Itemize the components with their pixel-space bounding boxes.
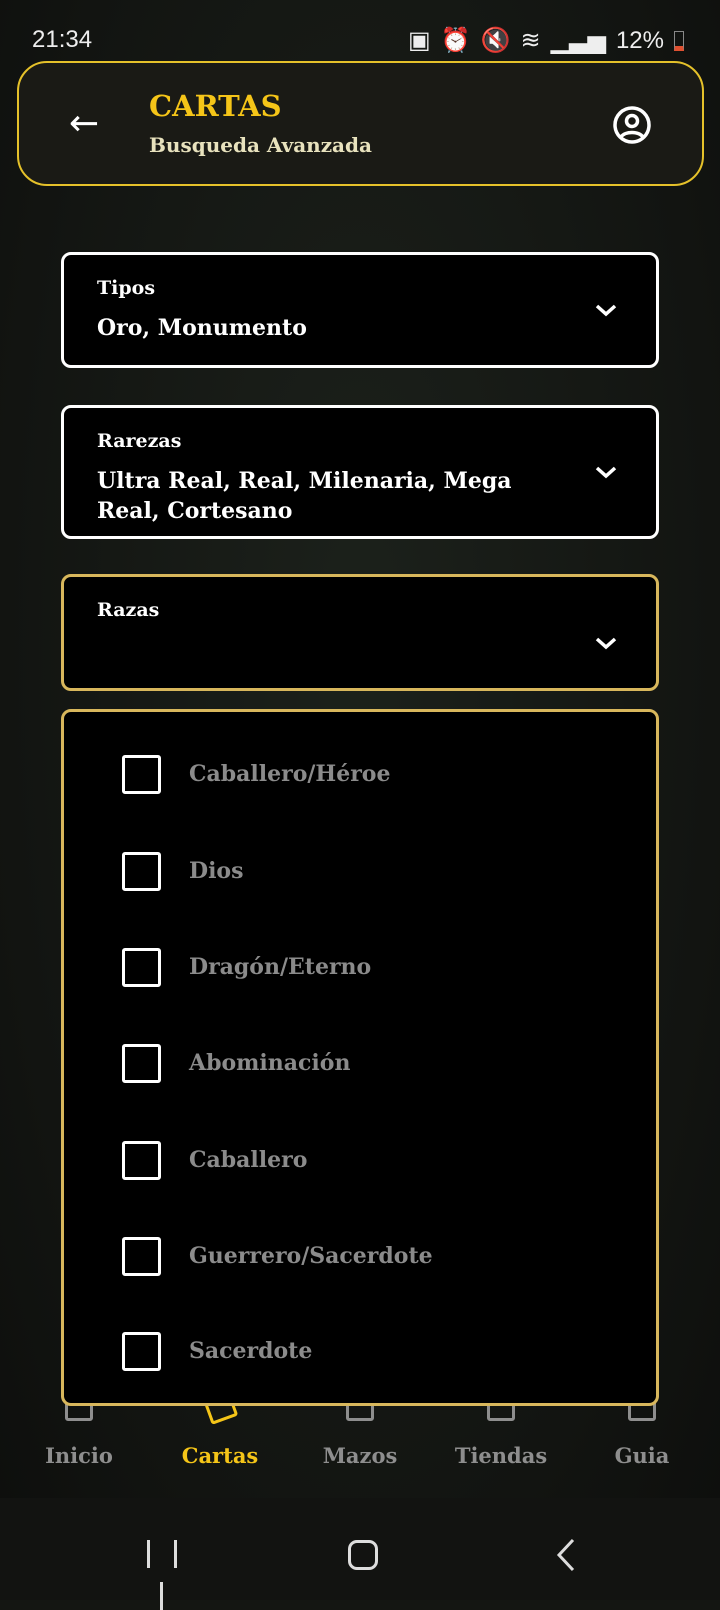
field-label: Razas — [97, 599, 160, 621]
field-value: Ultra Real, Real, Milenaria, Mega Real, … — [97, 468, 512, 524]
signal-icon: ▁▃▅ — [550, 27, 606, 54]
checkbox[interactable] — [122, 1140, 161, 1180]
tab-tiendas[interactable]: Tiendas — [429, 1391, 573, 1468]
option-label: Caballero/Héroe — [189, 761, 391, 787]
checkbox[interactable] — [122, 947, 161, 987]
checkbox[interactable] — [122, 1331, 161, 1371]
option-abominacion[interactable]: Abominación — [122, 1043, 350, 1083]
tab-guia[interactable]: Guia — [570, 1391, 714, 1468]
tab-mazos[interactable]: Mazos — [288, 1391, 432, 1468]
checkbox[interactable] — [122, 1043, 161, 1083]
option-label: Dios — [189, 858, 244, 884]
tab-label: Inicio — [45, 1443, 113, 1468]
tab-inicio[interactable]: Inicio — [7, 1391, 151, 1468]
option-caballero-heroe[interactable]: Caballero/Héroe — [122, 754, 390, 794]
nfc-icon: ▣ — [408, 27, 431, 54]
mute-icon: 🔇 — [480, 27, 511, 54]
battery-level: 12% — [615, 26, 664, 54]
tab-label: Tiendas — [454, 1443, 548, 1468]
back-arrow-icon[interactable]: ← — [69, 103, 99, 144]
option-label: Sacerdote — [189, 1338, 313, 1364]
field-label: Tipos — [97, 277, 156, 299]
home-button[interactable] — [348, 1540, 378, 1570]
recent-apps-button[interactable] — [147, 1540, 177, 1610]
back-button[interactable] — [555, 1538, 577, 1572]
status-time: 21:34 — [32, 26, 93, 53]
tab-cartas[interactable]: Cartas — [148, 1387, 292, 1468]
checkbox[interactable] — [122, 754, 161, 794]
chevron-down-icon — [595, 466, 617, 479]
option-caballero[interactable]: Caballero — [122, 1140, 307, 1180]
bottom-nav: Inicio Cartas Mazos Tiendas Guia — [0, 1387, 720, 1495]
battery-icon — [674, 30, 684, 51]
alarm-icon: ⏰ — [440, 27, 471, 54]
chevron-down-icon — [595, 637, 617, 649]
system-nav-bar — [0, 1498, 720, 1610]
wifi-icon: ≋ — [520, 27, 541, 54]
option-label: Caballero — [189, 1147, 308, 1173]
checkbox[interactable] — [122, 851, 161, 891]
app-header: ← CARTAS Busqueda Avanzada — [17, 61, 704, 186]
option-guerrero-sacerdote[interactable]: Guerrero/Sacerdote — [122, 1236, 433, 1276]
option-label: Abominación — [189, 1050, 351, 1076]
tipos-select[interactable]: Tipos Oro, Monumento — [61, 252, 659, 368]
checkbox[interactable] — [122, 1236, 161, 1276]
page-title: CARTAS — [149, 89, 282, 123]
option-label: Dragón/Eterno — [189, 954, 372, 980]
profile-icon[interactable] — [612, 105, 652, 145]
page-subtitle: Busqueda Avanzada — [149, 133, 372, 157]
field-label: Rarezas — [97, 430, 182, 452]
option-label: Guerrero/Sacerdote — [189, 1243, 433, 1269]
rarezas-select[interactable]: Rarezas Ultra Real, Real, Milenaria, Meg… — [61, 405, 659, 539]
razas-options-list[interactable]: Caballero/Héroe Dios Dragón/Eterno Abomi… — [61, 709, 659, 1406]
status-bar: 21:34 ▣ ⏰ 🔇 ≋ ▁▃▅ 12% — [0, 0, 720, 60]
tab-label: Guia — [614, 1443, 670, 1468]
option-sacerdote[interactable]: Sacerdote — [122, 1331, 312, 1371]
tab-label: Mazos — [322, 1443, 398, 1468]
razas-select[interactable]: Razas — [61, 574, 659, 691]
option-dragon-eterno[interactable]: Dragón/Eterno — [122, 947, 371, 987]
tab-label: Cartas — [181, 1443, 259, 1468]
option-dios[interactable]: Dios — [122, 851, 244, 891]
chevron-down-icon — [595, 304, 617, 317]
field-value: Oro, Monumento — [97, 315, 307, 341]
